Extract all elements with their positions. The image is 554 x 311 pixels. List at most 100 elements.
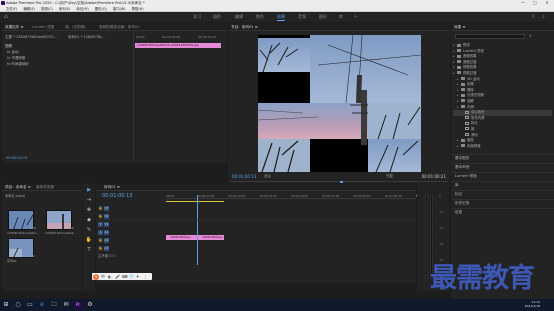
lock-icon[interactable]: 🔒: [98, 213, 103, 219]
section-essential-graphics[interactable]: 基本图形: [455, 156, 469, 161]
taskbar-clock[interactable]: 11:12 2021/1/18: [525, 300, 540, 308]
pen-tool-icon[interactable]: ✎: [85, 226, 93, 234]
track-target[interactable]: V2: [104, 213, 109, 219]
tab-sequence-01[interactable]: 序列01 ≡: [104, 183, 120, 191]
workspace-graphics[interactable]: 图形: [319, 12, 327, 22]
section-info[interactable]: 信息: [455, 210, 462, 215]
premiere-icon[interactable]: Pr: [74, 301, 82, 309]
folder-icon: [461, 82, 465, 86]
track-target[interactable]: A1: [104, 229, 109, 235]
zoom-select[interactable]: 适合: [264, 174, 271, 179]
tab-project[interactable]: 项目：未命名 ≡: [5, 183, 31, 191]
ruler-end: 00:00:10:00: [198, 35, 217, 39]
tab-source[interactable]: 源：(无剪辑): [65, 23, 86, 31]
ime-tools-icon[interactable]: ✦: [136, 273, 139, 280]
master-clip-label[interactable]: 主要 * 1280873b61ee69232...: [5, 35, 57, 40]
workspace-assembly[interactable]: 组件: [213, 12, 221, 22]
ime-keyboard-icon[interactable]: ⌨: [122, 273, 128, 280]
master-value[interactable]: 0.0: [109, 254, 114, 258]
effect-folder[interactable]: ▸ 页面剥落: [453, 144, 552, 150]
section-lumetri-color[interactable]: Lumetri 颜色: [455, 174, 477, 179]
razor-tool-icon[interactable]: ◆: [85, 216, 93, 224]
track-v1: V V1: [98, 221, 110, 228]
track-target[interactable]: V1: [104, 221, 109, 227]
section-divider: [451, 163, 554, 164]
section-markers[interactable]: 标记: [455, 192, 462, 197]
track-target[interactable]: V3: [104, 205, 109, 211]
effect-label: 3D 运动: [467, 76, 480, 81]
lock-icon[interactable]: 🔒: [98, 237, 103, 243]
sogou-icon[interactable]: S: [93, 273, 99, 280]
ime-mode[interactable]: 中: [101, 273, 105, 280]
share-icon[interactable]: ⇪: [531, 14, 537, 20]
track-target[interactable]: A3: [104, 245, 109, 251]
folder-icon: [461, 99, 465, 103]
effects-search-input[interactable]: [455, 34, 525, 39]
ripple-edit-tool-icon[interactable]: ✥: [85, 206, 93, 214]
workspace-learn[interactable]: 学习: [193, 12, 201, 22]
track-a2: 🔒 A2: [98, 237, 110, 244]
tab-program[interactable]: 节目：序列01 ≡: [231, 23, 258, 31]
ime-punct-icon[interactable]: ◐: [108, 273, 112, 280]
lock-icon[interactable]: 🔒: [98, 245, 103, 251]
folder-icon: [457, 54, 461, 58]
search-icon[interactable]: ⌕: [529, 33, 532, 39]
fx-time-remap[interactable]: fx 时间重映射: [7, 62, 29, 67]
workspace-audio[interactable]: 音频: [298, 12, 306, 22]
ime-skin-icon[interactable]: 👕: [129, 273, 134, 280]
mail-icon[interactable]: ✉: [62, 301, 70, 309]
workspace-color[interactable]: 颜色: [256, 12, 264, 22]
fx-motion[interactable]: fx 运动: [7, 50, 18, 55]
workspace-effects[interactable]: 效果: [277, 12, 285, 22]
disclosure-arrow-icon[interactable]: ▸: [457, 144, 460, 150]
effect-controls-timecode[interactable]: 00:00:00:13: [6, 156, 27, 160]
section-essential-sound[interactable]: 基本声音: [455, 165, 469, 170]
home-icon[interactable]: ⌂: [4, 14, 10, 20]
folder-icon: [457, 65, 461, 69]
workspace-more[interactable]: »: [354, 12, 357, 22]
resolution-select[interactable]: 完整: [386, 174, 393, 179]
work-area-bar[interactable]: [166, 201, 224, 202]
sequence-clip-label[interactable]: 序列01 * 1280873b...: [68, 35, 105, 40]
workspace-editing[interactable]: 编辑: [235, 12, 243, 22]
timeline-playhead[interactable]: [197, 195, 198, 265]
edge-icon[interactable]: e: [38, 301, 46, 309]
ime-more-icon[interactable]: ⋮: [143, 273, 147, 280]
source-patch[interactable]: V: [98, 221, 103, 227]
fx-opacity[interactable]: fx 不透明度: [7, 56, 25, 61]
source-patch[interactable]: A: [98, 229, 103, 235]
selection-tool-icon[interactable]: ▶: [85, 186, 93, 194]
ime-voice-icon[interactable]: 🎤: [115, 273, 120, 280]
timeline-timecode[interactable]: 00:01:00:13: [102, 193, 133, 199]
track-target[interactable]: A2: [104, 237, 109, 243]
section-history[interactable]: 历史记录: [455, 201, 469, 206]
type-tool-icon[interactable]: T: [85, 246, 93, 254]
program-video-frame[interactable]: [257, 34, 422, 173]
lock-icon[interactable]: 🔒: [98, 205, 103, 211]
task-view-icon[interactable]: ▭: [26, 301, 34, 309]
start-icon[interactable]: ⊞: [2, 301, 10, 309]
folder-icon: [461, 77, 465, 81]
tab-effects[interactable]: 效果 ≡: [454, 23, 465, 31]
hand-tool-icon[interactable]: ✋: [85, 236, 93, 244]
tab-effect-controls[interactable]: 效果控件 ≡: [5, 23, 24, 31]
timeline-ruler[interactable]: 00:00 00:00:05:00 00:00:10:00 00:00:15:00 00…: [166, 193, 433, 199]
tab-audio-clip-mixer[interactable]: 音频剪辑混合器：序列01: [99, 23, 140, 31]
timeline-clip[interactable]: 1280873b61ee...: [198, 235, 224, 240]
clip-bar[interactable]: 1280873b61ee69232c2595123fd089.jpg: [135, 43, 221, 48]
timeline-clip[interactable]: 1280873b61ee...: [166, 235, 197, 240]
program-duration: 00:01:00:21: [421, 174, 446, 179]
track-select-tool-icon[interactable]: ⇥: [85, 196, 93, 204]
project-panel: 项目：未命名 ≡ 媒体浏览器 未命名.prproj 1280873b61ee69…: [2, 183, 82, 291]
tab-lumetri-scopes[interactable]: Lumetri 范围: [32, 23, 54, 31]
settings-icon[interactable]: ⚙: [86, 301, 94, 309]
program-timecode[interactable]: 00:01:00:13: [232, 174, 256, 179]
ime-toolbar[interactable]: S 中 ◐ 🎤 ⌨ 👕 ✦ ⋮: [92, 273, 152, 280]
panel-divider: [133, 32, 134, 162]
tab-media-browser[interactable]: 媒体浏览器: [36, 183, 54, 191]
search-icon[interactable]: ○: [14, 301, 22, 309]
file-explorer-icon[interactable]: 🗀: [50, 301, 58, 309]
section-libraries[interactable]: 库: [455, 183, 459, 188]
workspace-libraries[interactable]: 库: [339, 12, 343, 22]
search-icon[interactable]: ⌕: [542, 14, 548, 20]
